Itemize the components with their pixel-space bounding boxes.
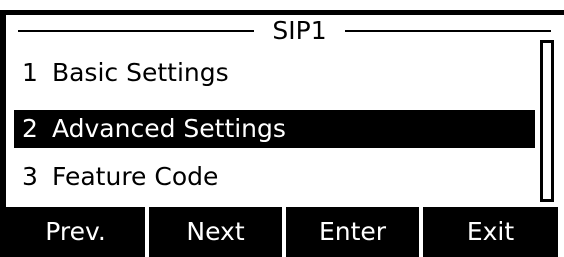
menu-item-number: 3	[22, 162, 38, 191]
menu-item-label: Basic Settings	[51, 58, 229, 87]
next-softkey[interactable]: Next	[149, 207, 282, 257]
title-rule-right	[345, 30, 551, 32]
menu-item-number: 1	[22, 58, 38, 87]
exit-softkey[interactable]: Exit	[423, 207, 558, 257]
title-rule-left	[18, 30, 254, 32]
menu-item-feature-code[interactable]: 3 Feature Code	[14, 158, 535, 196]
menu-item-advanced-settings[interactable]: 2 Advanced Settings	[14, 110, 535, 148]
menu-item-number: 2	[22, 114, 38, 143]
menu-item-label: Advanced Settings	[51, 114, 286, 143]
phone-lcd-screen: SIP1 1 Basic Settings 2 Advanced Setting…	[0, 0, 564, 257]
menu-item-basic-settings[interactable]: 1 Basic Settings	[14, 54, 535, 92]
menu-item-label: Feature Code	[51, 162, 219, 191]
prev-softkey[interactable]: Prev.	[6, 207, 145, 257]
screen-title: SIP1	[272, 16, 327, 45]
softkey-bar: Prev. Next Enter Exit	[6, 207, 558, 257]
enter-softkey[interactable]: Enter	[286, 207, 419, 257]
menu-scrollbar[interactable]	[540, 40, 554, 202]
scrollbar-thumb[interactable]	[543, 43, 551, 85]
